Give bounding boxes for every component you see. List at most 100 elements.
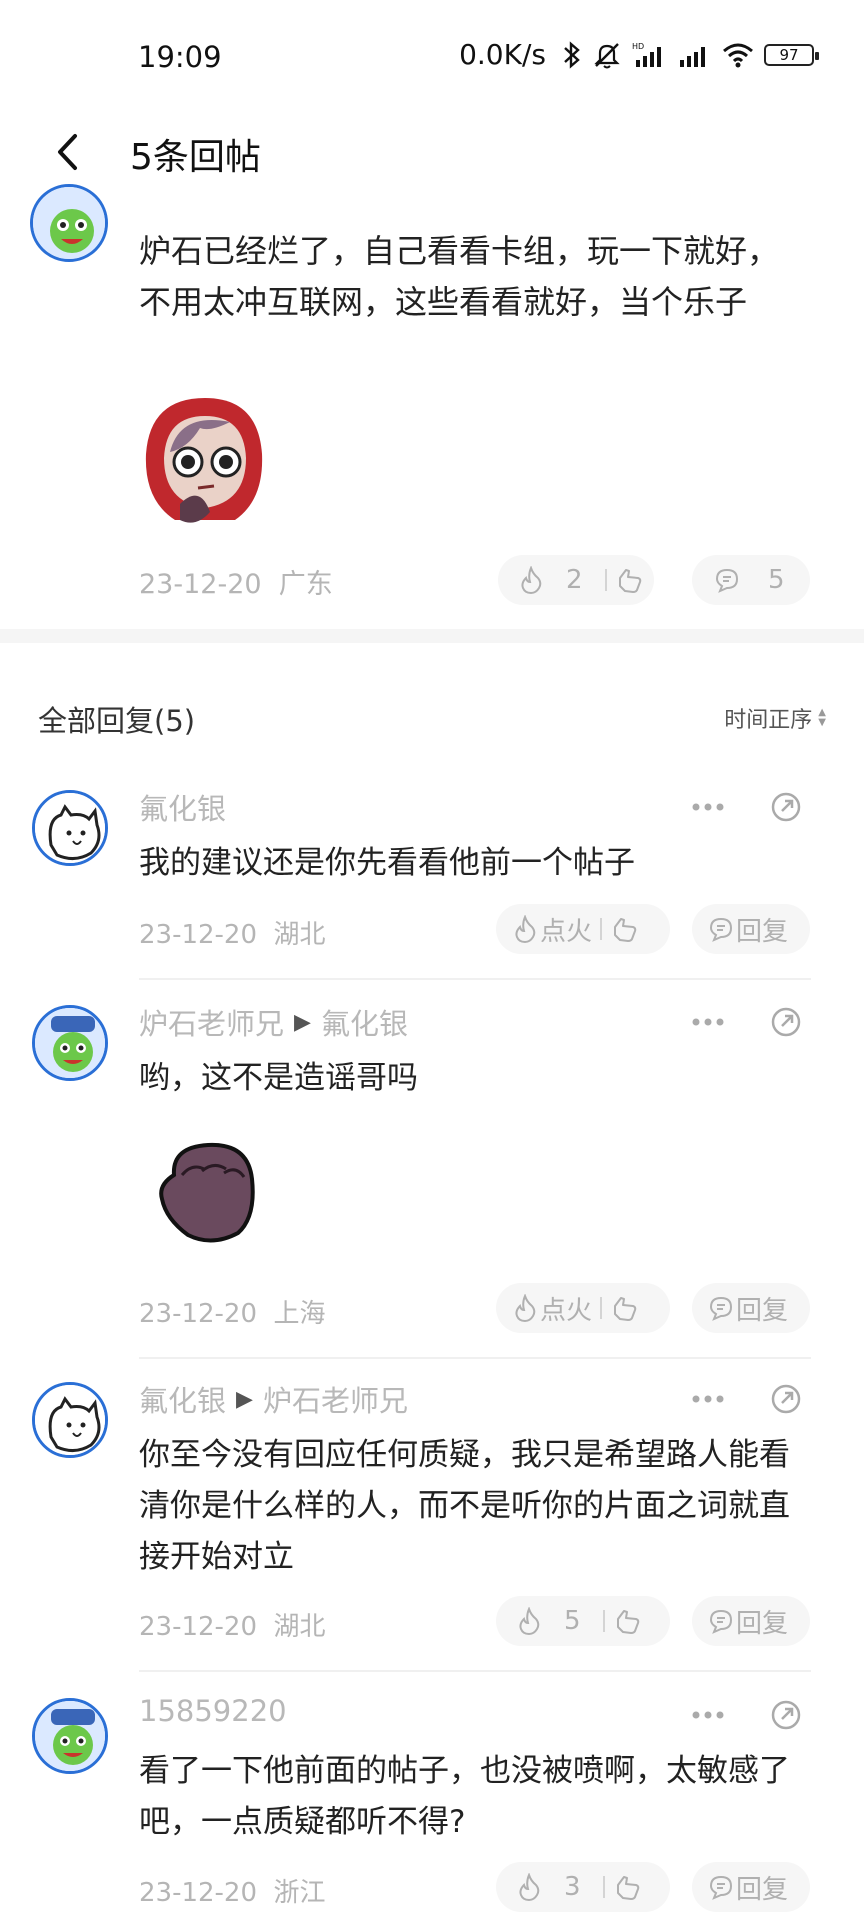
sort-button[interactable]: 时间正序 ▲ ▼	[724, 702, 826, 734]
reply-header: 氟化银	[139, 786, 226, 828]
share-icon	[771, 1007, 801, 1037]
post-location: 广东	[278, 569, 333, 600]
divider	[139, 1670, 811, 1672]
status-bar: 19:09 0.0K/s HD 97	[0, 0, 864, 110]
more-button[interactable]	[688, 1007, 728, 1037]
section-divider	[0, 629, 864, 643]
mute-icon	[592, 40, 622, 70]
comment-icon	[706, 1606, 736, 1636]
reply-text: 我的建议还是你先看看他前一个帖子	[139, 845, 635, 881]
share-button[interactable]	[768, 789, 804, 825]
reply-text: 你至今没有回应任何质疑，我只是希望路人能看清你是什么样的人，而不是听你的片面之词…	[139, 1437, 790, 1575]
flame-icon[interactable]	[510, 914, 540, 944]
reply-location: 湖北	[273, 1612, 326, 1642]
share-icon	[771, 792, 801, 822]
more-dots-icon	[692, 1711, 724, 1719]
reply-label: 回复	[736, 916, 789, 947]
signal-icon	[678, 40, 712, 70]
post-author-avatar[interactable]	[30, 184, 108, 262]
svg-text:HD: HD	[632, 42, 644, 51]
reply-header: 15859220	[139, 1694, 287, 1728]
reply-item: 炉石老师兄 ▶ 氟化银 哟，这不是造谣哥吗 23-12-20 上海 点火 回复	[0, 995, 864, 1359]
reply-label: 回复	[736, 1608, 789, 1639]
reply-button[interactable]: 回复	[692, 1862, 810, 1912]
reply-meta: 23-12-20 湖北	[139, 914, 326, 951]
replies-header: 全部回复(5) 时间正序 ▲ ▼	[0, 690, 864, 740]
network-speed: 0.0K/s	[459, 38, 546, 71]
post-comment-count: 5	[768, 565, 785, 595]
sort-label: 时间正序	[724, 708, 813, 733]
reply-item: 氟化银 我的建议还是你先看看他前一个帖子 23-12-20 湖北 点火 回复	[0, 780, 864, 980]
back-arrow-icon	[58, 134, 77, 170]
reply-date: 23-12-20	[139, 1878, 258, 1908]
thumb-down-icon[interactable]	[610, 914, 640, 944]
reply-avatar[interactable]	[32, 790, 108, 866]
share-button[interactable]	[768, 1004, 804, 1040]
share-button[interactable]	[768, 1697, 804, 1733]
post-comment-pill[interactable]: 5	[692, 555, 810, 605]
post-like-count: 2	[566, 565, 583, 595]
reply-date: 23-12-20	[139, 1299, 258, 1329]
reply-location: 湖北	[273, 920, 326, 950]
reply-author[interactable]: 氟化银	[139, 786, 226, 828]
like-count: 5	[564, 1606, 581, 1636]
share-button[interactable]	[768, 1381, 804, 1417]
like-count: 3	[564, 1872, 581, 1902]
reply-button[interactable]: 回复	[692, 1596, 810, 1646]
flame-icon[interactable]	[514, 1872, 544, 1902]
thumb-down-icon[interactable]	[615, 565, 645, 595]
like-label[interactable]: 点火	[540, 911, 592, 948]
more-button[interactable]	[688, 1384, 728, 1414]
reply-button[interactable]: 回复	[692, 904, 810, 954]
reply-target[interactable]: 炉石老师兄	[263, 1378, 408, 1420]
more-button[interactable]	[688, 1700, 728, 1730]
reply-date: 23-12-20	[139, 1612, 258, 1642]
divider	[139, 1357, 811, 1359]
battery-icon: 97	[764, 43, 819, 66]
wifi-icon	[722, 40, 754, 70]
reply-date: 23-12-20	[139, 920, 258, 950]
post-content: 炉石已经烂了，自己看看卡组，玩一下就好，不用太冲互联网，这些看看就好，当个乐子	[139, 232, 780, 321]
share-icon	[771, 1384, 801, 1414]
like-label[interactable]: 点火	[540, 1290, 592, 1327]
reply-avatar[interactable]	[32, 1005, 108, 1081]
post: 炉石已经烂了，自己看看卡组，玩一下就好，不用太冲互联网，这些看看就好，当个乐子 …	[0, 184, 864, 630]
more-button[interactable]	[688, 792, 728, 822]
reply-author[interactable]: 炉石老师兄	[139, 1001, 284, 1043]
more-dots-icon	[692, 1018, 724, 1026]
reply-meta: 23-12-20 湖北	[139, 1606, 326, 1643]
comment-icon	[706, 914, 736, 944]
bluetooth-icon	[562, 40, 582, 70]
comment-icon	[706, 1872, 736, 1902]
post-like-pill: 2	[498, 555, 654, 605]
status-icons: 0.0K/s HD 97	[459, 38, 819, 71]
reply-meta: 23-12-20 浙江	[139, 1872, 326, 1909]
reply-button[interactable]: 回复	[692, 1283, 810, 1333]
share-icon	[771, 1700, 801, 1730]
like-pill: 5	[496, 1596, 670, 1646]
reply-item: 15859220 看了一下他前面的帖子，也没被喷啊，太敏感了吧，一点质疑都听不得…	[0, 1688, 864, 1920]
reply-avatar[interactable]	[32, 1382, 108, 1458]
reply-header: 炉石老师兄 ▶ 氟化银	[139, 1001, 408, 1043]
thumb-down-icon[interactable]	[613, 1606, 643, 1636]
reply-location: 上海	[273, 1299, 326, 1329]
back-button[interactable]	[40, 124, 96, 180]
flame-icon[interactable]	[516, 565, 546, 595]
sort-arrows-icon: ▲ ▼	[818, 707, 826, 728]
reply-text: 哟，这不是造谣哥吗	[139, 1060, 418, 1096]
thumb-down-icon[interactable]	[610, 1293, 640, 1323]
thumb-down-icon[interactable]	[613, 1872, 643, 1902]
reply-author[interactable]: 氟化银	[139, 1378, 226, 1420]
sticker-image	[140, 392, 270, 532]
flame-icon[interactable]	[514, 1606, 544, 1636]
flame-icon[interactable]	[510, 1293, 540, 1323]
reply-to-arrow-icon: ▶	[236, 1386, 253, 1412]
reply-label: 回复	[736, 1295, 789, 1326]
reply-author[interactable]: 15859220	[139, 1694, 287, 1728]
comment-icon	[706, 1293, 736, 1323]
reply-avatar[interactable]	[32, 1698, 108, 1774]
post-meta: 23-12-20 广东	[139, 562, 333, 601]
reply-target[interactable]: 氟化银	[321, 1001, 408, 1043]
reply-to-arrow-icon: ▶	[294, 1009, 311, 1035]
like-pill: 点火	[496, 904, 670, 954]
